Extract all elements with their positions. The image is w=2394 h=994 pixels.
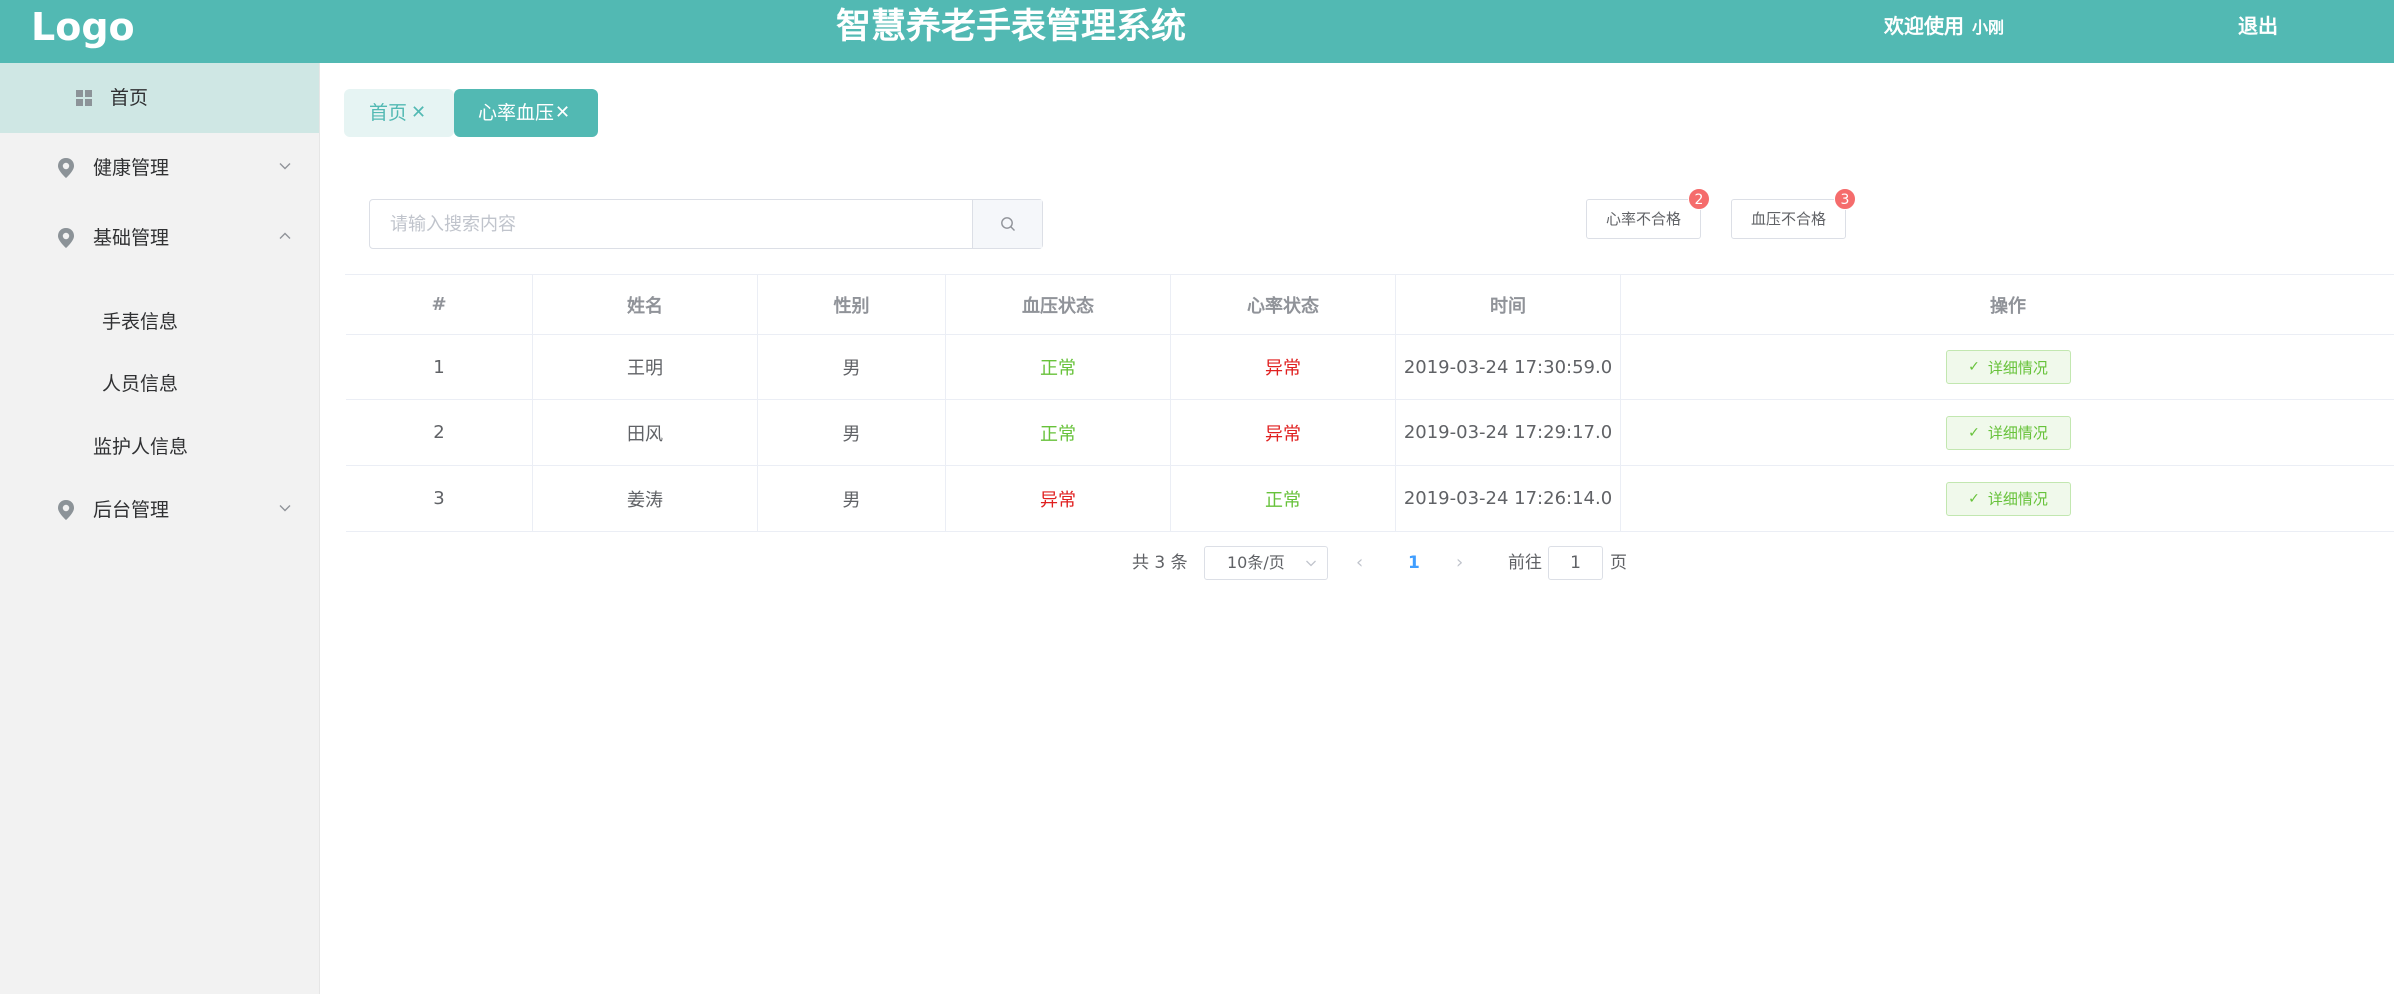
cell-gender: 男 [758,335,946,399]
search-input[interactable] [370,200,972,248]
cell-action: ✓ 详细情况 [1621,335,2394,399]
column-header-bp-status: 血压状态 [946,275,1171,334]
sidebar-item-watch-info[interactable]: 手表信息 [102,310,178,334]
sidebar-item-guardian-info[interactable]: 监护人信息 [93,435,188,459]
cell-hr-status: 正常 [1171,466,1396,531]
page-size-select[interactable]: 10条/页 [1204,546,1328,580]
cell-bp-status: 异常 [946,466,1171,531]
close-icon[interactable]: ✕ [555,89,570,137]
cell-hr-status: 异常 [1171,335,1396,399]
cell-name: 王明 [533,335,758,399]
cell-index: 2 [346,400,533,465]
blood-pressure-fail-badge: 3 [1834,188,1856,210]
check-icon: ✓ [1968,359,1980,375]
sidebar-group-label: 后台管理 [93,499,170,521]
cell-time: 2019-03-24 17:29:17.0 [1396,400,1621,465]
chevron-down-icon [279,163,291,170]
column-header-time: 时间 [1396,275,1621,334]
tab-label: 心率血压 [478,102,555,124]
tab-label: 首页 [369,102,408,124]
location-pin-icon [58,158,74,178]
welcome-text: 欢迎使用 小刚 [1884,13,2004,41]
sidebar-item-home[interactable]: 首页 [0,63,319,133]
goto-page-input[interactable] [1548,546,1603,580]
top-header: Logo 智慧养老手表管理系统 欢迎使用 小刚 退出 [0,0,2394,63]
chevron-up-icon [279,232,291,239]
logo: Logo [31,5,135,49]
sidebar: 首页 健康管理 基础管理 手表信息 人员信息 监护人信息 后台管理 [0,63,320,994]
table-row: 2 田风 男 正常 异常 2019-03-24 17:29:17.0 ✓ 详细情… [346,400,2394,466]
cell-hr-status: 异常 [1171,400,1396,465]
close-icon[interactable]: ✕ [411,89,426,137]
table-row: 1 王明 男 正常 异常 2019-03-24 17:30:59.0 ✓ 详细情… [346,335,2394,400]
cell-gender: 男 [758,400,946,465]
detail-button[interactable]: ✓ 详细情况 [1945,481,2071,516]
table-row: 3 姜涛 男 异常 正常 2019-03-24 17:26:14.0 ✓ 详细情… [346,466,2394,532]
cell-action: ✓ 详细情况 [1621,400,2394,465]
data-table: # 姓名 性别 血压状态 心率状态 时间 操作 1 王明 男 正常 异常 201… [345,274,2394,532]
sidebar-group-label: 健康管理 [93,157,170,179]
chevron-down-icon [1306,560,1316,567]
sidebar-group-health[interactable]: 健康管理 [0,133,319,203]
page-size-value: 10条/页 [1227,553,1285,572]
cell-time: 2019-03-24 17:26:14.0 [1396,466,1621,531]
sidebar-item-label: 首页 [110,87,149,109]
location-pin-icon [58,500,74,520]
column-header-action: 操作 [1990,295,2026,317]
search-box [369,199,1043,249]
filter-label: 心率不合格 [1605,210,1681,228]
logout-button[interactable]: 退出 [2238,13,2278,39]
cell-index: 1 [346,335,533,399]
tab-heart-blood-pressure[interactable]: 心率血压 ✕ [454,89,598,137]
cell-bp-status: 正常 [946,335,1171,399]
filter-label: 血压不合格 [1750,210,1826,228]
column-header-hr-status: 心率状态 [1171,275,1396,334]
cell-bp-status: 正常 [946,400,1171,465]
detail-button[interactable]: ✓ 详细情况 [1945,350,2071,384]
sidebar-group-label: 基础管理 [93,227,170,249]
detail-button[interactable]: ✓ 详细情况 [1945,415,2071,450]
cell-name: 姜涛 [533,466,758,531]
sidebar-group-backend[interactable]: 后台管理 [0,475,319,545]
chevron-down-icon [279,505,291,512]
prev-page-button[interactable]: ‹ [1356,551,1363,575]
username: 小刚 [1972,18,2005,37]
cell-gender: 男 [758,466,946,531]
detail-button-label: 详细情况 [1987,490,2048,508]
sidebar-item-person-info[interactable]: 人员信息 [102,372,178,396]
detail-button-label: 详细情况 [1987,424,2048,442]
check-icon: ✓ [1968,424,1980,441]
pagination-total: 共 3 条 [1132,553,1188,573]
heart-rate-fail-button[interactable]: 心率不合格 [1586,199,1701,239]
blood-pressure-fail-button[interactable]: 血压不合格 [1731,199,1846,239]
welcome-label: 欢迎使用 [1884,14,1964,38]
search-button[interactable] [972,200,1042,248]
system-title: 智慧养老手表管理系统 [836,7,1187,47]
next-page-button[interactable]: › [1456,551,1463,575]
goto-label: 前往 [1508,553,1542,573]
check-icon: ✓ [1968,490,1980,507]
grid-icon [76,90,92,106]
cell-name: 田风 [533,400,758,465]
column-header-name: 姓名 [533,275,758,334]
page-suffix: 页 [1610,553,1627,573]
table-header-row: # 姓名 性别 血压状态 心率状态 时间 操作 [346,275,2394,335]
location-pin-icon [58,228,74,248]
tab-home[interactable]: 首页 ✕ [344,89,454,137]
search-icon [1001,217,1015,231]
cell-action: ✓ 详细情况 [1621,466,2394,531]
cell-index: 3 [346,466,533,531]
detail-button-label: 详细情况 [1987,358,2048,377]
page-number[interactable]: 1 [1408,551,1420,575]
column-header-gender: 性别 [758,275,946,334]
cell-time: 2019-03-24 17:30:59.0 [1396,335,1621,399]
sidebar-group-basic[interactable]: 基础管理 [0,203,319,273]
column-header-index: # [346,275,533,334]
heart-rate-fail-badge: 2 [1688,188,1710,210]
